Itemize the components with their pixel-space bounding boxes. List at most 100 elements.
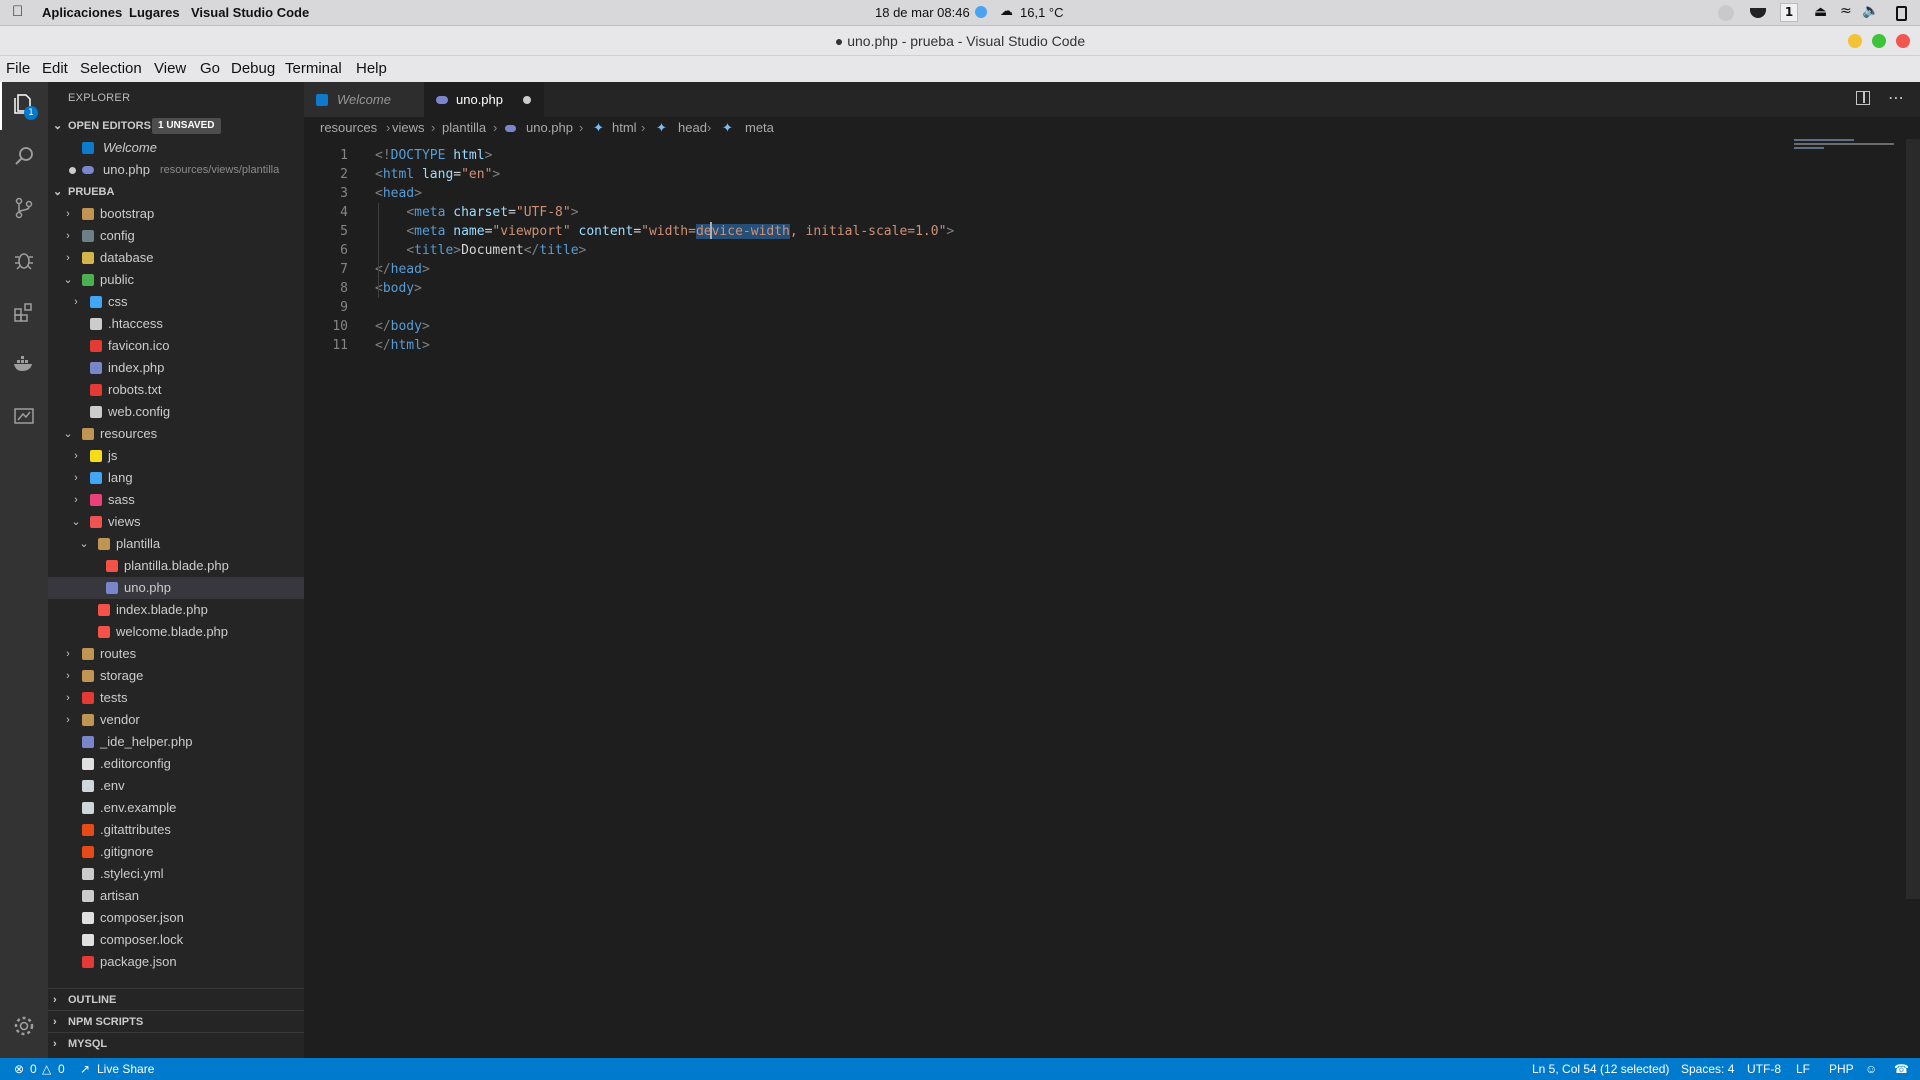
source-control-icon[interactable] bbox=[12, 196, 36, 220]
tree-folder[interactable]: ⌄ resources bbox=[48, 423, 304, 445]
breadcrumb-item[interactable]: meta bbox=[745, 117, 774, 139]
breadcrumb-item[interactable]: html bbox=[612, 117, 637, 139]
cursor-position[interactable]: Ln 5, Col 54 (12 selected) bbox=[1532, 1058, 1669, 1080]
tree-file[interactable]: robots.txt bbox=[48, 379, 304, 401]
tree-file[interactable]: index.blade.php bbox=[48, 599, 304, 621]
menu-edit[interactable]: Edit bbox=[42, 60, 68, 77]
live-share-button[interactable]: Live Share bbox=[97, 1058, 154, 1080]
tab-uno-php[interactable]: uno.php bbox=[424, 82, 544, 117]
code-line[interactable]: <head> bbox=[375, 184, 422, 203]
breadcrumb-item[interactable]: views bbox=[392, 117, 425, 139]
encoding[interactable]: UTF-8 bbox=[1747, 1058, 1781, 1080]
tree-file[interactable]: .htaccess bbox=[48, 313, 304, 335]
tree-folder[interactable]: › config bbox=[48, 225, 304, 247]
code-line[interactable]: <body> bbox=[375, 279, 422, 298]
tree-file[interactable]: .styleci.yml bbox=[48, 863, 304, 885]
tree-file[interactable]: web.config bbox=[48, 401, 304, 423]
mysql-header[interactable]: › MYSQL bbox=[48, 1032, 304, 1054]
end-of-line[interactable]: LF bbox=[1796, 1058, 1810, 1080]
tree-folder[interactable]: › vendor bbox=[48, 709, 304, 731]
error-count[interactable]: 0 bbox=[30, 1058, 37, 1080]
code-line[interactable]: <meta name="viewport" content="width=dev… bbox=[375, 222, 954, 241]
wifi-icon[interactable]: ≈ bbox=[1840, 3, 1852, 19]
menu-view[interactable]: View bbox=[154, 60, 186, 77]
breadcrumb-item[interactable]: uno.php bbox=[526, 117, 573, 139]
extensions-icon[interactable] bbox=[12, 300, 36, 324]
language-mode[interactable]: PHP bbox=[1829, 1058, 1854, 1080]
code-line[interactable]: </head> bbox=[375, 260, 430, 279]
remote-explorer-icon[interactable] bbox=[12, 404, 36, 428]
code-line[interactable]: <meta charset="UTF-8"> bbox=[375, 203, 578, 222]
indentation[interactable]: Spaces: 4 bbox=[1681, 1058, 1734, 1080]
tree-file[interactable]: .editorconfig bbox=[48, 753, 304, 775]
tree-folder[interactable]: ⌄ views bbox=[48, 511, 304, 533]
breadcrumb-item[interactable]: head bbox=[678, 117, 707, 139]
tree-file[interactable]: composer.lock bbox=[48, 929, 304, 951]
code-line[interactable] bbox=[375, 298, 406, 317]
minimize-button[interactable] bbox=[1848, 34, 1862, 48]
tree-folder[interactable]: › bootstrap bbox=[48, 203, 304, 225]
tree-folder[interactable]: › tests bbox=[48, 687, 304, 709]
search-icon[interactable] bbox=[12, 144, 36, 168]
tree-file[interactable]: _ide_helper.php bbox=[48, 731, 304, 753]
split-editor-icon[interactable] bbox=[1856, 91, 1870, 105]
code-line[interactable]: </body> bbox=[375, 317, 430, 336]
more-actions-icon[interactable]: ⋯ bbox=[1888, 88, 1904, 107]
tree-file[interactable]: artisan bbox=[48, 885, 304, 907]
tree-folder[interactable]: ⌄ public bbox=[48, 269, 304, 291]
places-menu[interactable]: Lugares bbox=[129, 5, 180, 20]
open-editors-header[interactable]: ⌄ OPEN EDITORS 1 UNSAVED bbox=[48, 115, 304, 137]
code-line[interactable]: <!DOCTYPE html> bbox=[375, 146, 492, 165]
tree-file[interactable]: uno.php bbox=[48, 577, 304, 599]
workspace-indicator[interactable]: 1 bbox=[1780, 3, 1798, 22]
menu-debug[interactable]: Debug bbox=[231, 60, 275, 77]
tree-file[interactable]: package.json bbox=[48, 951, 304, 973]
explorer-icon[interactable]: 1 bbox=[12, 92, 38, 120]
tree-file[interactable]: index.php bbox=[48, 357, 304, 379]
tree-file[interactable]: .env.example bbox=[48, 797, 304, 819]
open-editor-item[interactable]: uno.php resources/views/plantilla bbox=[48, 159, 304, 181]
code-line[interactable]: </html> bbox=[375, 336, 430, 355]
close-button[interactable] bbox=[1896, 34, 1910, 48]
unsaved-dot-icon[interactable] bbox=[523, 96, 531, 104]
menu-terminal[interactable]: Terminal bbox=[285, 60, 342, 77]
tree-file[interactable]: composer.json bbox=[48, 907, 304, 929]
code-line[interactable]: <title>Document</title> bbox=[375, 241, 586, 260]
errors-icon[interactable]: ⊗ bbox=[14, 1058, 24, 1080]
menu-go[interactable]: Go bbox=[200, 60, 220, 77]
tree-folder[interactable]: › lang bbox=[48, 467, 304, 489]
tree-folder[interactable]: › css bbox=[48, 291, 304, 313]
eject-icon[interactable]: ⏏ bbox=[1814, 4, 1827, 20]
tree-file[interactable]: .gitattributes bbox=[48, 819, 304, 841]
menu-selection[interactable]: Selection bbox=[80, 60, 142, 77]
tree-folder[interactable]: ⌄ plantilla bbox=[48, 533, 304, 555]
tab-welcome[interactable]: Welcome bbox=[304, 82, 424, 117]
feedback-icon[interactable]: ☺ bbox=[1865, 1058, 1877, 1080]
live-share-icon[interactable]: ↗ bbox=[80, 1058, 90, 1080]
outline-header[interactable]: › OUTLINE bbox=[48, 988, 304, 1010]
warnings-icon[interactable]: △ bbox=[42, 1058, 51, 1080]
open-editor-item[interactable]: Welcome bbox=[48, 137, 304, 159]
tree-file[interactable]: .gitignore bbox=[48, 841, 304, 863]
applications-menu[interactable]: Aplicaciones bbox=[42, 5, 122, 20]
tree-file[interactable]: plantilla.blade.php bbox=[48, 555, 304, 577]
tree-folder[interactable]: › js bbox=[48, 445, 304, 467]
editor-scrollbar[interactable] bbox=[1906, 139, 1920, 899]
project-header[interactable]: ⌄ PRUEBA bbox=[48, 181, 304, 203]
tree-file[interactable]: favicon.ico bbox=[48, 335, 304, 357]
docker-icon[interactable] bbox=[12, 352, 36, 376]
maximize-button[interactable] bbox=[1872, 34, 1886, 48]
apple-icon[interactable]:  bbox=[12, 3, 23, 20]
clock[interactable]: 18 de mar 08:46 bbox=[875, 5, 970, 20]
volume-icon[interactable]: 🔈 bbox=[1862, 3, 1879, 19]
code-line[interactable]: <html lang="en"> bbox=[375, 165, 500, 184]
notifications-bell-icon[interactable]: ☎ bbox=[1894, 1058, 1909, 1080]
npm-scripts-header[interactable]: › NPM SCRIPTS bbox=[48, 1010, 304, 1032]
menu-file[interactable]: File bbox=[6, 60, 30, 77]
tree-folder[interactable]: › storage bbox=[48, 665, 304, 687]
breadcrumb-item[interactable]: plantilla bbox=[442, 117, 486, 139]
tree-file[interactable]: welcome.blade.php bbox=[48, 621, 304, 643]
menu-help[interactable]: Help bbox=[356, 60, 387, 77]
settings-gear-icon[interactable] bbox=[12, 1014, 36, 1038]
coffee-icon[interactable] bbox=[1750, 8, 1766, 18]
